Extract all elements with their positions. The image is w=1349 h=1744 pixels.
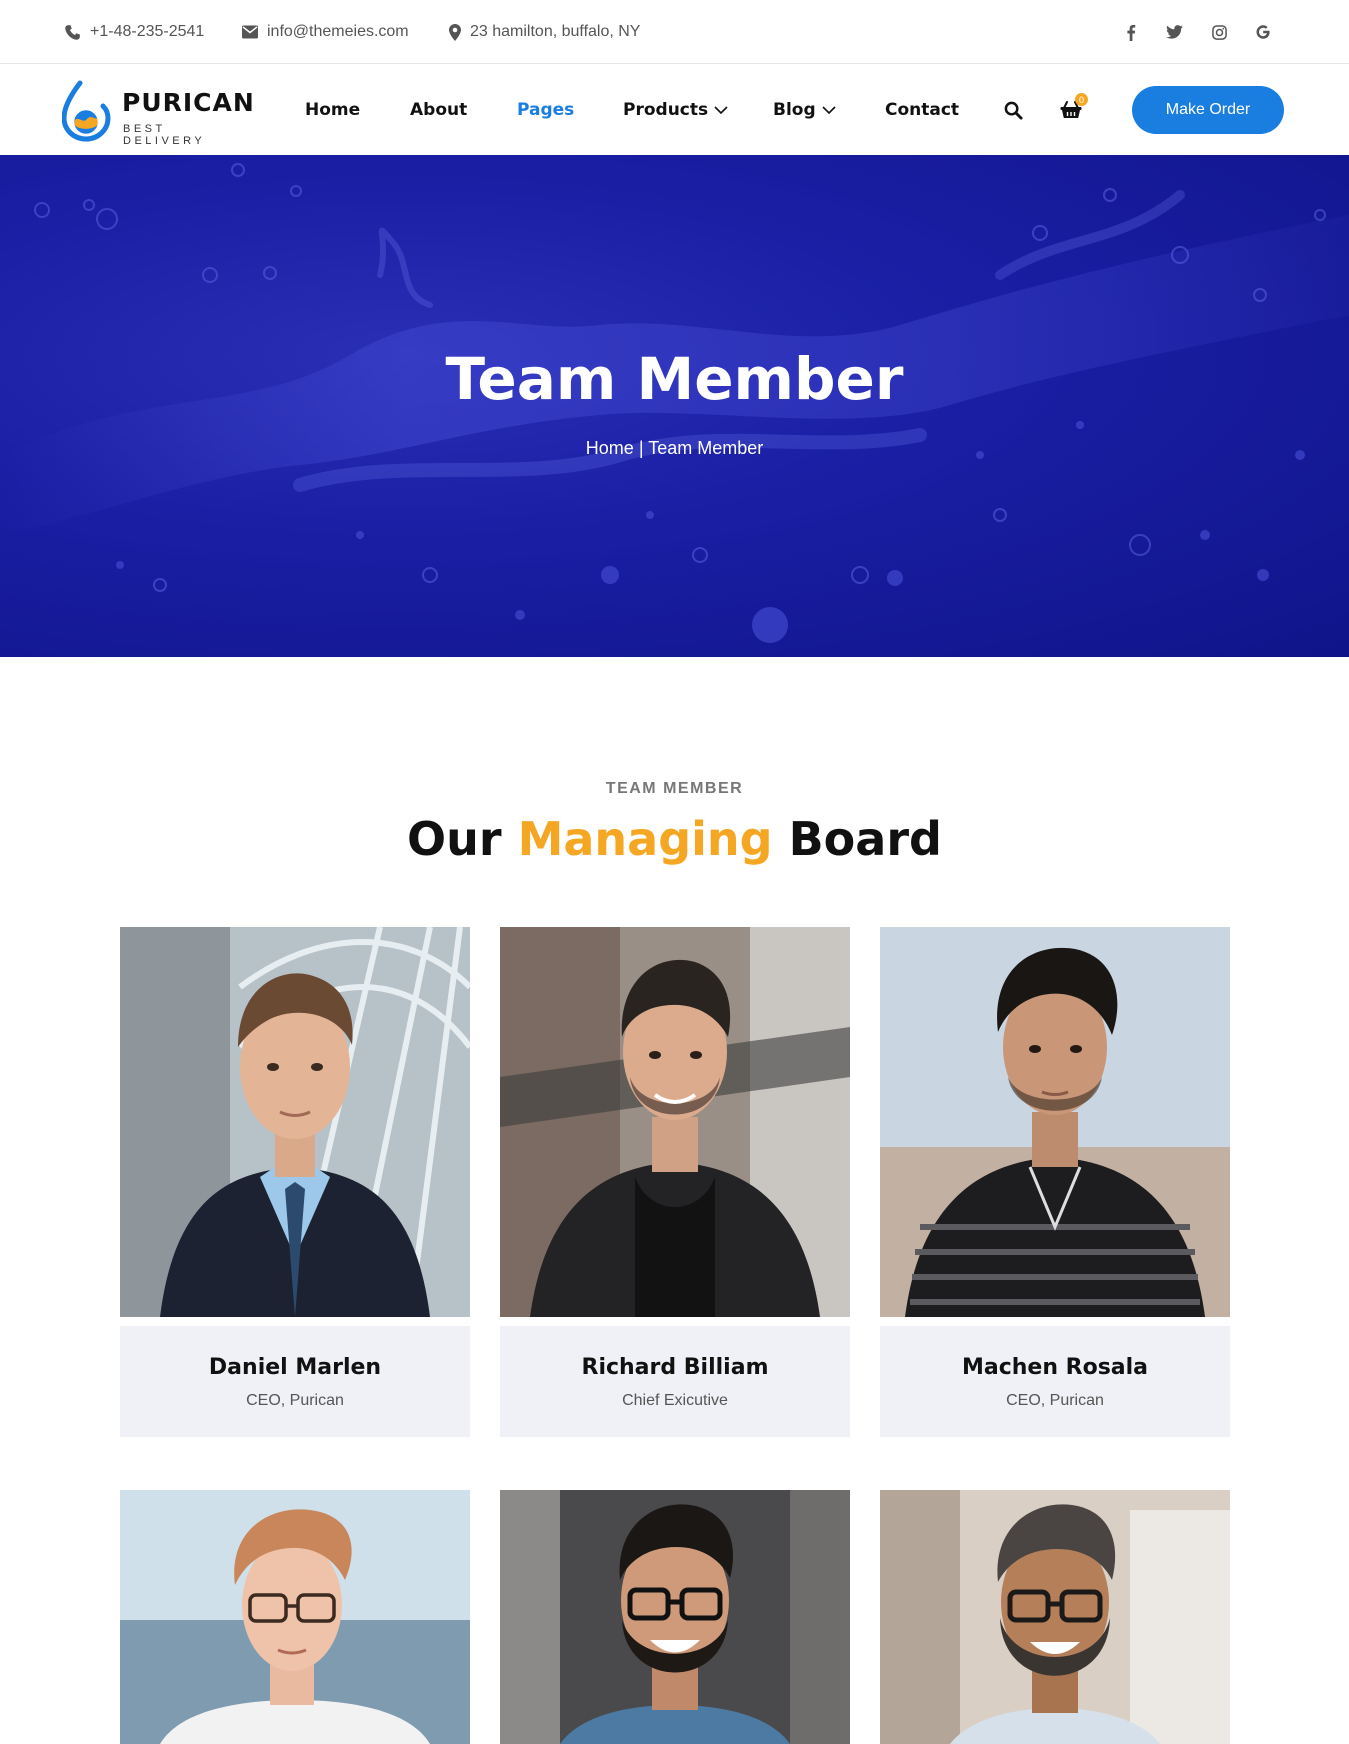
team-member-photo <box>880 927 1230 1317</box>
team-member-photo <box>500 927 850 1317</box>
section-title-part1: Our <box>407 812 502 866</box>
phone-icon <box>65 24 80 40</box>
page-hero-banner: Team Member Home | Team Member <box>0 155 1349 657</box>
nav-blog[interactable]: Blog <box>773 98 836 122</box>
team-card[interactable]: Machen Rosala CEO, Purican <box>880 927 1230 1439</box>
breadcrumb: Home | Team Member <box>0 438 1349 459</box>
nav-blog-label: Blog <box>773 100 816 120</box>
twitter-icon[interactable] <box>1163 21 1185 43</box>
team-card[interactable]: Daniel Marlen CEO, Purican <box>120 927 470 1439</box>
team-member-photo <box>120 927 470 1317</box>
google-icon[interactable] <box>1252 21 1274 43</box>
logo-tagline: BEST DELIVERY <box>123 123 206 147</box>
instagram-icon[interactable] <box>1208 21 1230 43</box>
email-text: info@themeies.com <box>267 23 409 40</box>
team-member-info: Machen Rosala CEO, Purican <box>880 1326 1230 1437</box>
top-bar: +1-48-235-2541 info@themeies.com 23 hami… <box>0 0 1349 64</box>
cart-button[interactable]: 0 <box>1057 93 1088 124</box>
breadcrumb-separator: | <box>638 438 644 458</box>
cart-count-badge: 0 <box>1075 93 1088 106</box>
breadcrumb-current: Team Member <box>648 438 764 458</box>
chevron-down-icon <box>822 106 836 114</box>
nav-pages[interactable]: Pages <box>517 98 574 122</box>
logo-name: PURICAN <box>122 88 255 117</box>
map-pin-icon <box>449 23 461 41</box>
site-logo[interactable]: PURICAN BEST DELIVERY <box>62 78 255 147</box>
team-card[interactable] <box>500 1490 850 1744</box>
section-title-accent: Managing <box>517 812 773 866</box>
address-text: 23 hamilton, buffalo, NY <box>470 23 641 40</box>
nav-products[interactable]: Products <box>623 98 728 122</box>
phone-text: +1-48-235-2541 <box>90 23 205 40</box>
team-member-name[interactable]: Machen Rosala <box>880 1355 1230 1380</box>
team-member-name[interactable]: Daniel Marlen <box>120 1355 470 1380</box>
team-card[interactable] <box>880 1490 1230 1744</box>
nav-contact[interactable]: Contact <box>885 98 959 122</box>
team-member-info: Richard Billiam Chief Exicutive <box>500 1326 850 1437</box>
nav-products-label: Products <box>623 100 709 120</box>
section-title-part2: Board <box>788 812 942 866</box>
team-member-role: CEO, Purican <box>1006 1392 1104 1409</box>
breadcrumb-home-link[interactable]: Home <box>586 438 634 458</box>
team-member-info: Daniel Marlen CEO, Purican <box>120 1326 470 1437</box>
team-member-name[interactable]: Richard Billiam <box>500 1355 850 1380</box>
team-card[interactable]: Richard Billiam Chief Exicutive <box>500 927 850 1439</box>
make-order-button[interactable]: Make Order <box>1132 86 1284 134</box>
team-member-role: CEO, Purican <box>246 1392 344 1409</box>
nav-home[interactable]: Home <box>305 98 360 122</box>
email-contact[interactable]: info@themeies.com <box>242 21 409 43</box>
water-drop-logo-icon <box>62 80 111 142</box>
nav-about[interactable]: About <box>410 98 467 122</box>
team-member-photo <box>880 1490 1230 1744</box>
address-contact: 23 hamilton, buffalo, NY <box>449 21 640 43</box>
chevron-down-icon <box>714 106 728 114</box>
search-icon <box>1004 101 1023 120</box>
search-button[interactable] <box>999 96 1027 124</box>
section-title: Our Managing Board <box>0 812 1349 866</box>
main-header: PURICAN BEST DELIVERY Home About Pages P… <box>0 65 1349 155</box>
team-member-photo <box>500 1490 850 1744</box>
facebook-icon[interactable] <box>1120 21 1142 43</box>
phone-contact[interactable]: +1-48-235-2541 <box>64 21 204 43</box>
team-card[interactable] <box>120 1490 470 1744</box>
envelope-icon <box>242 25 258 39</box>
page-title: Team Member <box>445 345 904 413</box>
section-kicker: TEAM MEMBER <box>605 780 744 797</box>
team-member-photo <box>120 1490 470 1744</box>
team-member-role: Chief Exicutive <box>622 1392 728 1409</box>
